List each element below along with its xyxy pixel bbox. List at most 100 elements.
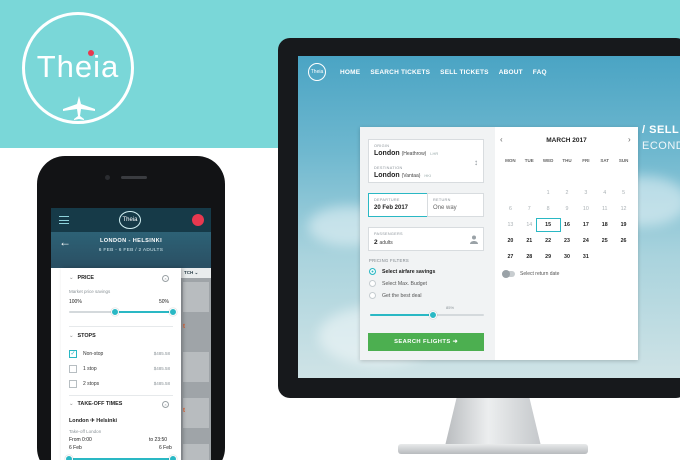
calendar-day[interactable]: 16 xyxy=(558,221,577,229)
monitor-stand xyxy=(445,398,541,446)
takeoff-route: London ✈ Helsinki xyxy=(69,418,117,424)
close-icon[interactable]: × xyxy=(162,275,169,282)
calendar-month: MARCH 2017 xyxy=(546,137,587,144)
calendar-day[interactable]: 20 xyxy=(501,237,520,245)
passenger-unit: adults xyxy=(379,240,393,246)
calendar-day[interactable]: 31 xyxy=(576,253,595,261)
calendar-empty xyxy=(595,253,614,261)
stop-price: $485.58 xyxy=(153,351,170,356)
nav-faq[interactable]: FAQ xyxy=(533,69,547,76)
slider-knob[interactable] xyxy=(169,308,177,316)
checkbox-2-stops[interactable] xyxy=(69,380,77,388)
calendar-day[interactable]: 17 xyxy=(576,221,595,229)
calendar-day[interactable]: 18 xyxy=(595,221,614,229)
option-max-budget[interactable]: Select Max. Budget xyxy=(369,280,427,287)
return-value: One way xyxy=(433,205,457,211)
option-airfare-savings[interactable]: Select airfare savings xyxy=(369,268,435,275)
route-field[interactable]: ORIGIN London (Heathrow) LHR DESTINATION… xyxy=(368,139,484,183)
slider-knob[interactable] xyxy=(428,311,437,319)
results-tab[interactable]: TCH ⌄ xyxy=(181,268,211,278)
divider xyxy=(69,326,173,327)
calendar-day[interactable]: 29 xyxy=(539,253,558,261)
nav-home[interactable]: HOME xyxy=(340,69,360,76)
price-section-title[interactable]: ⌄ PRICE xyxy=(69,275,94,281)
nav-sell-tickets[interactable]: SELL TICKETS xyxy=(440,69,489,76)
radio[interactable] xyxy=(369,280,376,287)
slider-knob[interactable] xyxy=(110,308,119,316)
calendar-day: 8 xyxy=(546,206,550,212)
return-field[interactable]: RETURN One way xyxy=(427,193,484,217)
menu-icon[interactable] xyxy=(59,216,69,224)
calendar-empty xyxy=(520,173,539,181)
mobile-header: Theia ← LONDON - HELSINKI 6 FEB - 6 FEB … xyxy=(51,208,211,268)
calendar-day: 7 xyxy=(527,206,531,212)
destination-value[interactable]: London (Vantaa) HKI xyxy=(374,172,431,179)
logo-text: Theia xyxy=(36,49,120,84)
radio[interactable] xyxy=(369,292,376,299)
route-to: Helsinki xyxy=(96,418,117,424)
calendar-day[interactable]: 21 xyxy=(520,237,539,245)
calendar-day[interactable]: 30 xyxy=(558,253,577,261)
desktop-screen: Theia HOME SEARCH TICKETS SELL TICKETS A… xyxy=(298,56,680,378)
divider xyxy=(69,395,173,396)
slider-knob[interactable] xyxy=(169,455,177,460)
checkbox-1-stop[interactable] xyxy=(69,365,77,373)
calendar-day: 13 xyxy=(507,222,514,228)
option-label: Select airfare savings xyxy=(382,268,436,275)
result-card[interactable] xyxy=(183,352,209,382)
calendar-day[interactable]: 28 xyxy=(520,253,539,261)
takeoff-section-title[interactable]: ⌄ TAKE-OFF TIMES xyxy=(69,401,122,407)
weekday-header: SAT xyxy=(600,158,610,163)
result-card[interactable] xyxy=(183,398,209,428)
route-from: London xyxy=(69,418,89,424)
stop-price: $485.58 xyxy=(153,381,170,386)
next-month-icon[interactable]: › xyxy=(628,135,631,144)
result-card[interactable] xyxy=(183,444,209,460)
origin-value[interactable]: London (Heathrow) LHR xyxy=(374,150,438,157)
weekday-header: SUN xyxy=(618,158,629,163)
mobile-logo[interactable]: Theia xyxy=(119,211,141,229)
calendar-empty xyxy=(614,253,633,261)
nav-logo[interactable]: Theia xyxy=(308,63,326,81)
calendar-day[interactable]: 23 xyxy=(558,237,577,245)
phone-camera xyxy=(105,175,110,180)
calendar-day[interactable]: 25 xyxy=(595,237,614,245)
avatar[interactable] xyxy=(192,214,204,226)
search-flights-button[interactable]: SEARCH FLIGHTS ➜ xyxy=(368,333,484,351)
departure-label: DEPARTURE xyxy=(374,198,400,202)
radio-selected[interactable] xyxy=(369,268,376,275)
nav-about[interactable]: ABOUT xyxy=(499,69,523,76)
price-slider[interactable] xyxy=(69,308,177,316)
calendar-day[interactable]: 24 xyxy=(576,237,595,245)
passengers-value: 2 adults xyxy=(374,239,393,246)
stops-section-title[interactable]: ⌄ STOPS xyxy=(69,333,96,339)
passengers-field[interactable]: PASSENGERS 2 adults xyxy=(368,227,484,251)
calendar-day[interactable]: 26 xyxy=(614,237,633,245)
departure-field[interactable]: DEPARTURE 20 Feb 2017 xyxy=(368,193,428,217)
calendar-day[interactable]: 19 xyxy=(614,221,633,229)
swap-icon[interactable]: ↕ xyxy=(474,158,478,167)
search-button-label: SEARCH FLIGHTS xyxy=(394,339,451,345)
top-nav: Theia HOME SEARCH TICKETS SELL TICKETS A… xyxy=(298,56,680,88)
slider-knob[interactable] xyxy=(65,455,73,460)
calendar-day[interactable]: 27 xyxy=(501,253,520,261)
savings-slider[interactable] xyxy=(370,311,484,319)
close-icon[interactable]: × xyxy=(162,401,169,408)
result-card[interactable] xyxy=(183,282,209,312)
option-best-deal[interactable]: Get the best deal xyxy=(369,292,422,299)
result-price-fragment: t xyxy=(183,324,185,330)
mobile-dates: 6 FEB - 6 FEB / 2 ADULTS xyxy=(98,248,164,253)
slider-fill xyxy=(370,314,433,316)
results-tab-label: TCH xyxy=(184,270,194,275)
return-date-toggle[interactable] xyxy=(502,270,515,278)
price-title: PRICE xyxy=(77,275,95,281)
origin-label: ORIGIN xyxy=(374,144,390,148)
hero-subheading: ECONDA xyxy=(642,140,680,152)
calendar-day[interactable]: 15 xyxy=(535,218,561,232)
calendar-day[interactable]: 22 xyxy=(539,237,558,245)
calendar-day: 11 xyxy=(601,206,608,212)
nav-search-tickets[interactable]: SEARCH TICKETS xyxy=(370,69,430,76)
weekday-header: FRI xyxy=(582,158,590,163)
calendar-day: 6 xyxy=(508,206,512,212)
checkbox-nonstop[interactable]: ✓ xyxy=(69,350,77,358)
